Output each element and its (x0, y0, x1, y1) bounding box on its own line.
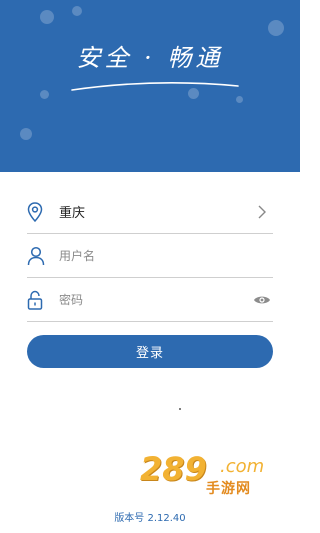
chevron-right-icon (251, 202, 273, 222)
decor-bubble (72, 6, 82, 16)
username-placeholder: 用户名 (59, 249, 96, 263)
version-label: 版本号 2.12.40 (114, 513, 186, 524)
lock-icon (27, 288, 57, 312)
decor-bubble (40, 10, 54, 24)
login-button[interactable]: 登录 (27, 335, 273, 368)
site-watermark: 289 .com 手游网 (140, 450, 280, 500)
watermark-number: 289 (140, 450, 207, 488)
slogan-swoosh (71, 82, 239, 91)
password-field[interactable]: 密码 (27, 278, 273, 322)
location-pin-icon (27, 200, 57, 224)
user-icon (27, 244, 57, 268)
decor-bubble (268, 20, 284, 36)
decor-bubble (40, 90, 49, 99)
decor-bubble (20, 128, 32, 140)
stray-dot (179, 408, 181, 410)
header-banner: 安全 · 畅通 (0, 0, 300, 172)
login-form: 重庆 用户名 密码 (27, 190, 273, 322)
watermark-domain: .com (220, 456, 265, 477)
watermark-text: 手游网 (206, 481, 251, 497)
eye-icon[interactable] (251, 290, 273, 310)
slogan-title: 安全 · 畅通 (76, 44, 224, 72)
password-placeholder: 密码 (59, 293, 84, 307)
city-selector[interactable]: 重庆 (27, 190, 273, 234)
decor-bubble (236, 96, 243, 103)
city-value: 重庆 (59, 206, 86, 221)
username-field[interactable]: 用户名 (27, 234, 273, 278)
